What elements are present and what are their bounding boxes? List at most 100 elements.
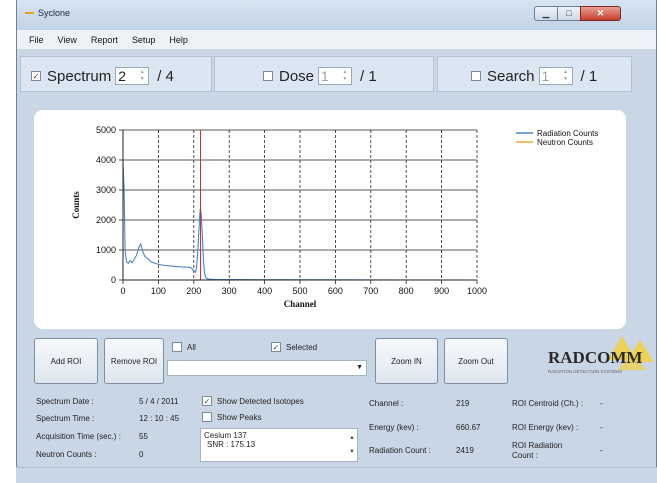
spinner-icon[interactable]: ▲ ▼ [561,69,571,83]
dose-selector: Dose 1 ▲ ▼ / 1 [214,56,434,92]
roi-energy-value: - [600,423,603,432]
spectrum-number-input[interactable]: 2 ▲ ▼ [115,67,150,85]
legend-label: Neutron Counts [537,138,593,147]
minimize-button[interactable]: ▁ [534,6,558,21]
search-total: / 1 [580,67,598,85]
logo-brand-text: RADCOMM [548,348,642,367]
isotope-name: Cesium 137 [204,431,247,440]
channel-label: Channel : [369,399,404,408]
roi-centroid-value: - [600,399,603,408]
menu-bar: File View Report Setup Help [17,30,656,49]
title-bar: Syclone ▁ □ ✕ [17,0,656,30]
radcomm-logo: RADCOMM RADIATION DETECTION SYSTEMS [548,336,654,374]
x-tick-label: 800 [399,286,414,296]
remove-roi-button[interactable]: Remove ROI [104,338,164,384]
roi-centroid-label: ROI Centroid (Ch.) : [512,399,584,408]
x-tick-label: 600 [328,286,343,296]
legend-label: Radiation Counts [537,129,598,138]
app-icon [25,12,34,14]
x-tick-label: 200 [186,286,201,296]
spectrum-label: Spectrum [47,67,112,85]
search-label: Search [487,67,535,85]
x-tick-label: 0 [120,286,125,296]
y-tick-label: 2000 [96,215,116,225]
spectrum-selector: ✓ Spectrum 2 ▲ ▼ / 4 [20,56,212,92]
y-tick-label: 4000 [96,155,116,165]
y-axis-title: Counts [71,191,81,219]
dose-number-value: 1 [321,68,329,84]
selected-checkbox[interactable]: ✓ [271,342,281,352]
roi-radiation-label: ROI Radiation Count : [512,441,563,460]
add-roi-button[interactable]: Add ROI [34,338,98,384]
logo-tagline-text: RADIATION DETECTION SYSTEMS [548,369,622,374]
spectrum-time-label: Spectrum Time : [36,414,95,423]
dropdown-arrow-icon[interactable]: ▼ [356,364,363,371]
spectrum-chart-panel: 0 100 200 300 400 500 600 700 800 900 1000 0 1000 200… [34,110,626,329]
x-tick-label: 100 [151,286,166,296]
show-isotopes-label: Show Detected Isotopes [217,396,304,406]
x-tick-label: 1000 [467,286,487,296]
show-isotopes-row: ✓ Show Detected Isotopes [202,396,304,406]
acquisition-time-label: Acquisition Time (sec.) : [36,432,121,441]
menu-setup[interactable]: Setup [125,35,163,45]
isotope-snr: SNR : 175.13 [207,440,256,449]
selected-checkbox-row: ✓ Selected [271,342,317,352]
detected-isotopes-list[interactable]: Cesium 137 SNR : 175.13 ▲ ▼ [200,428,358,462]
all-checkbox[interactable] [172,342,182,352]
selected-label: Selected [286,342,318,352]
show-isotopes-checkbox[interactable]: ✓ [202,396,212,406]
close-icon: ✕ [596,8,605,18]
maximize-button[interactable]: □ [557,6,581,21]
dose-number-input[interactable]: 1 ▲ ▼ [318,67,353,85]
close-button[interactable]: ✕ [580,6,621,21]
menu-view[interactable]: View [51,35,84,45]
spectrum-date-value: 5 / 4 / 2011 [139,397,179,406]
acquisition-time-value: 55 [139,432,148,441]
show-peaks-row: Show Peaks [202,412,261,422]
spinner-icon[interactable]: ▲ ▼ [340,69,350,83]
search-number-input[interactable]: 1 ▲ ▼ [538,67,573,85]
menu-report[interactable]: Report [84,35,125,45]
radiation-count-label: Radiation Count : [369,446,431,455]
neutron-counts-label: Neutron Counts : [36,450,97,459]
energy-value: 660.67 [456,423,481,432]
neutron-counts-value: 0 [139,450,144,459]
channel-value: 219 [456,399,470,408]
spectrum-date-label: Spectrum Date : [36,397,94,406]
spectrum-checkbox[interactable]: ✓ [31,71,41,81]
all-checkbox-row: All [172,342,196,352]
x-tick-label: 500 [292,286,307,296]
spectrum-time-value: 12 : 10 : 45 [139,414,180,423]
spectrum-chart[interactable]: 0 100 200 300 400 500 600 700 800 900 1000 0 1000 200… [34,110,626,329]
dose-checkbox[interactable] [263,71,273,81]
y-tick-label: 5000 [96,125,116,135]
y-tick-label: 1000 [96,245,116,255]
x-tick-label: 900 [434,286,449,296]
spectrum-total: / 4 [157,67,174,85]
search-checkbox[interactable] [471,71,481,81]
zoom-in-button[interactable]: Zoom IN [375,338,438,384]
x-tick-label: 300 [222,286,237,296]
y-tick-label: 3000 [96,185,116,195]
status-bar [16,467,657,483]
search-number-value: 1 [541,68,550,84]
minimize-icon: ▁ [542,8,550,18]
dose-label: Dose [279,67,315,85]
roi-energy-label: ROI Energy (kev) : [512,423,579,432]
list-scroll-icon[interactable]: ▲ ▼ [349,431,355,459]
spectrum-number-value: 2 [118,68,126,84]
energy-label: Energy (kev) : [369,423,419,432]
show-peaks-checkbox[interactable] [202,412,212,422]
roi-dropdown[interactable]: ▼ [167,360,367,376]
search-selector: Search 1 ▲ ▼ / 1 [437,56,632,92]
all-label: All [187,342,196,352]
show-peaks-label: Show Peaks [217,412,262,422]
x-axis-title: Channel [284,299,317,309]
x-tick-label: 400 [257,286,272,296]
menu-file[interactable]: File [22,35,51,45]
radiation-count-value: 2419 [456,446,474,455]
menu-help[interactable]: Help [162,35,195,45]
dose-total: / 1 [360,67,377,85]
spinner-icon[interactable]: ▲ ▼ [137,69,147,83]
zoom-out-button[interactable]: Zoom Out [444,338,508,384]
